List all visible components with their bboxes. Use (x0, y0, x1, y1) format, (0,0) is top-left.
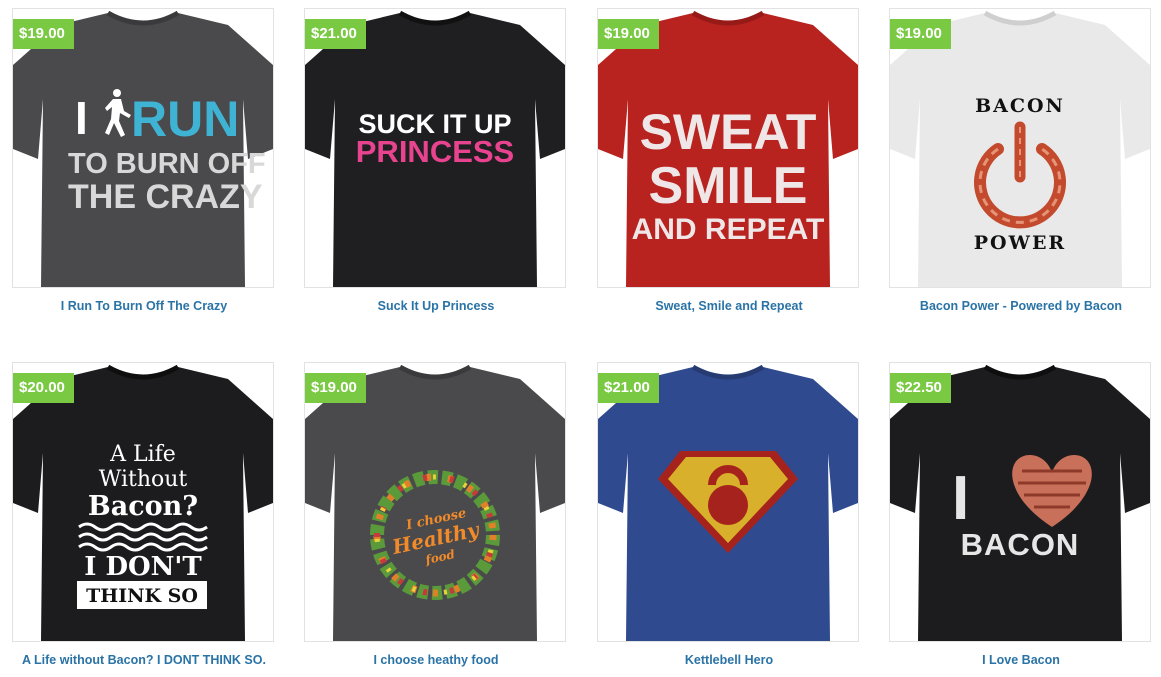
product-image[interactable]: I choose Healthy food $19.00 (304, 362, 566, 642)
tshirt-image: I choose Healthy food (305, 364, 565, 641)
design-text-line3: THE CRAZY (68, 178, 263, 216)
product-grid: I RUN TO BURN OFF THE CRAZY $19.00 I Run… (0, 0, 1161, 677)
product-title-link[interactable]: Suck It Up Princess (304, 299, 568, 313)
tshirt-image: BACON POWER (890, 10, 1150, 287)
price-badge: $21.00 (305, 19, 366, 49)
tshirt-image (598, 364, 858, 641)
design-text-line4: I DON'T (84, 552, 202, 582)
product-image[interactable]: A Life Without Bacon? I DON'T THINK SO $… (12, 362, 274, 642)
design-text-line1: I (952, 464, 969, 533)
tshirt-image: I RUN TO BURN OFF THE CRAZY (13, 10, 273, 287)
design-text-line2: PRINCESS (356, 134, 514, 169)
design-text-run: RUN (131, 91, 239, 147)
tshirt-image: A Life Without Bacon? I DON'T THINK SO (13, 364, 273, 641)
price-badge: $19.00 (890, 19, 951, 49)
tshirt-image: SWEAT SMILE AND REPEAT (598, 10, 858, 287)
design-text-line3: Bacon? (88, 491, 198, 522)
design-text-i: I (75, 92, 88, 144)
price-badge: $20.00 (13, 373, 74, 403)
product-card[interactable]: A Life Without Bacon? I DON'T THINK SO $… (12, 362, 276, 667)
design-text-line1: BACON (975, 95, 1065, 117)
product-image[interactable]: I BACON $22.50 (889, 362, 1151, 642)
tshirt-image: I BACON (890, 364, 1150, 641)
design-text-line2: Without (99, 467, 188, 492)
design-text-line2: TO BURN OFF (68, 148, 266, 180)
product-title-link[interactable]: I Love Bacon (889, 653, 1153, 667)
product-image[interactable]: SWEAT SMILE AND REPEAT $19.00 (597, 8, 859, 288)
design-text-line5: THINK SO (86, 585, 198, 607)
design-text-line2: SMILE (649, 157, 808, 215)
product-image[interactable]: BACON POWER $19.00 (889, 8, 1151, 288)
design-text-line1: A Life (109, 442, 176, 467)
price-badge: $19.00 (13, 19, 74, 49)
product-title-link[interactable]: A Life without Bacon? I DONT THINK SO. (12, 653, 276, 667)
product-image[interactable]: I RUN TO BURN OFF THE CRAZY $19.00 (12, 8, 274, 288)
product-card[interactable]: SUCK IT UP PRINCESS $21.00 Suck It Up Pr… (304, 8, 568, 313)
product-card[interactable]: I choose Healthy food $19.00 I choose he… (304, 362, 568, 667)
product-image[interactable]: SUCK IT UP PRINCESS $21.00 (304, 8, 566, 288)
product-title-link[interactable]: Bacon Power - Powered by Bacon (889, 299, 1153, 313)
product-card[interactable]: I BACON $22.50 I Love Bacon (889, 362, 1153, 667)
price-badge: $21.00 (598, 373, 659, 403)
design-text-line2: POWER (974, 232, 1066, 254)
product-title-link[interactable]: Kettlebell Hero (597, 653, 861, 667)
price-badge: $19.00 (598, 19, 659, 49)
product-card[interactable]: SWEAT SMILE AND REPEAT $19.00 Sweat, Smi… (597, 8, 861, 313)
product-card[interactable]: $21.00 Kettlebell Hero (597, 362, 861, 667)
product-card[interactable]: I RUN TO BURN OFF THE CRAZY $19.00 I Run… (12, 8, 276, 313)
product-title-link[interactable]: Sweat, Smile and Repeat (597, 299, 861, 313)
design-text-line3: AND REPEAT (632, 213, 825, 246)
product-card[interactable]: BACON POWER $19.00 Bacon Power - Powered… (889, 8, 1153, 313)
product-title-link[interactable]: I Run To Burn Off The Crazy (12, 299, 276, 313)
product-image[interactable]: $21.00 (597, 362, 859, 642)
design-text-line2: BACON (961, 527, 1080, 562)
product-title-link[interactable]: I choose heathy food (304, 653, 568, 667)
price-badge: $19.00 (305, 373, 366, 403)
price-badge: $22.50 (890, 373, 951, 403)
design-text-line1: SWEAT (640, 104, 817, 160)
tshirt-image: SUCK IT UP PRINCESS (305, 10, 565, 287)
